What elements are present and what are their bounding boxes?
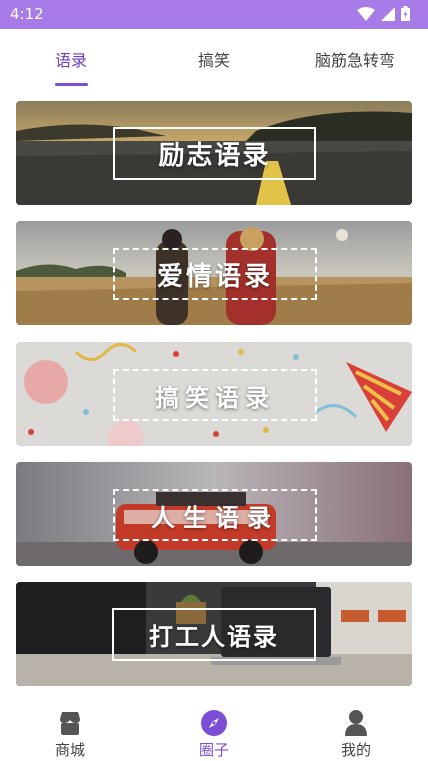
wifi-icon	[357, 6, 375, 21]
shop-icon	[60, 712, 80, 735]
card-life-quotes[interactable]: 人生语录	[16, 462, 412, 566]
card-title: 打工人语录	[112, 608, 316, 661]
signal-icon	[381, 6, 395, 21]
card-title: 励志语录	[113, 127, 316, 180]
tab-funny[interactable]: 搞笑	[198, 47, 230, 71]
card-title: 人生语录	[113, 489, 317, 541]
card-love-quotes[interactable]: 爱情语录	[16, 221, 412, 325]
card-funny-quotes[interactable]: 搞笑语录	[16, 342, 412, 446]
card-worker-quotes[interactable]: 打工人语录	[16, 582, 412, 686]
battery-icon	[401, 6, 410, 21]
nav-item-circle[interactable]: 圈子	[174, 710, 254, 760]
status-icons	[357, 6, 410, 21]
nav-label-circle: 圈子	[198, 741, 229, 759]
tab-brain-teasers[interactable]: 脑筋急转弯	[315, 47, 395, 71]
compass-icon	[201, 710, 227, 736]
nav-label-shop: 商城	[54, 741, 85, 759]
card-title: 爱情语录	[113, 248, 317, 300]
top-tabs: 语录 搞笑 脑筋急转弯	[0, 29, 428, 91]
status-bar: 4:12	[0, 0, 428, 29]
card-title: 搞笑语录	[113, 369, 317, 421]
card-inspirational-quotes[interactable]: 励志语录	[16, 101, 412, 205]
user-icon	[345, 710, 367, 736]
nav-item-shop[interactable]: 商城	[30, 710, 110, 760]
tab-quotes[interactable]: 语录	[55, 47, 87, 71]
bottom-nav: 商城 圈子 我的	[0, 700, 428, 761]
status-time: 4:12	[10, 5, 44, 23]
tab-indicator	[55, 83, 88, 86]
nav-label-mine: 我的	[340, 741, 371, 759]
nav-item-mine[interactable]: 我的	[316, 710, 396, 760]
